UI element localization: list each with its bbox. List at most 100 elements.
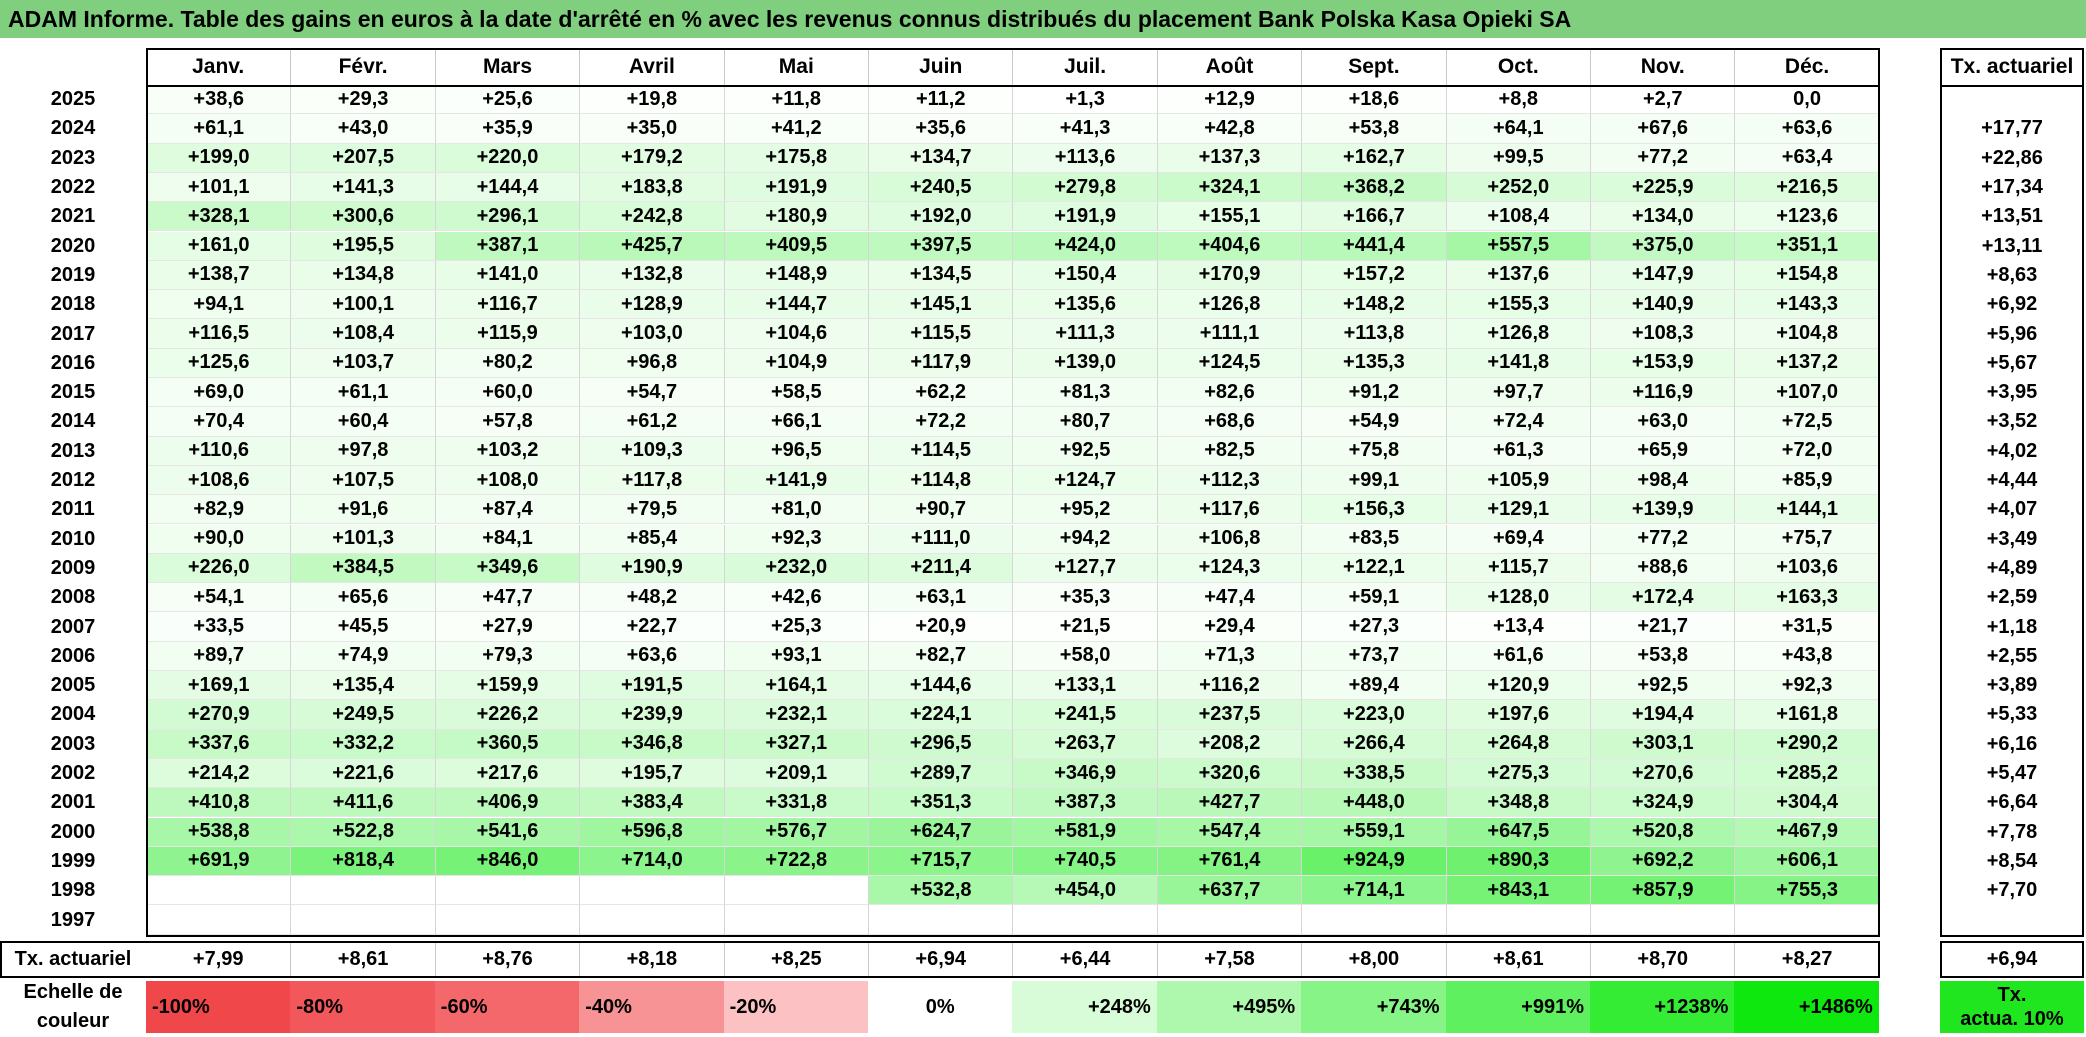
heatmap-cell: +144,7	[723, 290, 868, 320]
heatmap-cell: +843,1	[1445, 876, 1590, 906]
heatmap-cell: +104,6	[723, 319, 868, 349]
heatmap-cell: +62,2	[868, 378, 1013, 408]
heatmap-cell: +331,8	[723, 788, 868, 818]
heatmap-cell: +96,8	[579, 348, 724, 378]
heatmap-cell: +111,1	[1156, 319, 1302, 349]
heatmap-cell: +72,4	[1445, 407, 1590, 437]
heatmap-cell: +324,1	[1156, 172, 1302, 203]
heatmap-cell: +116,2	[1156, 671, 1302, 701]
heatmap-cell: +425,7	[579, 231, 724, 261]
heatmap-cell: +296,1	[434, 202, 580, 232]
heatmap-cell: +179,2	[579, 143, 724, 173]
row-year-label: 2023	[0, 143, 146, 173]
heatmap-cell: +338,5	[1301, 758, 1446, 789]
row-year-label: 2019	[0, 260, 146, 291]
heatmap-cell: +19,8	[579, 85, 724, 115]
heatmap-cell: +92,3	[1734, 671, 1879, 701]
heatmap-cell: +112,3	[1156, 465, 1302, 496]
footer-rate-cell: +8,00	[1301, 942, 1446, 976]
heatmap-cell: +346,8	[579, 729, 724, 759]
heatmap-cell: +104,9	[723, 348, 868, 378]
heatmap-cell: +117,9	[868, 348, 1013, 378]
heatmap-cell: +53,8	[1590, 641, 1735, 671]
heatmap-cell: +224,1	[868, 700, 1013, 730]
heatmap-cell: +360,5	[434, 729, 580, 759]
heatmap-cell: +43,8	[1734, 641, 1879, 671]
rate-cell: +1,18	[1940, 612, 2084, 642]
heatmap-cell: +424,0	[1012, 231, 1157, 261]
heatmap-cell: +328,1	[146, 202, 291, 232]
heatmap-cell: +221,6	[290, 758, 435, 789]
heatmap-cell: +63,6	[579, 641, 724, 671]
heatmap-cell: +70,4	[146, 407, 291, 437]
row-year-label: 2006	[0, 641, 146, 671]
heatmap-cell: +275,3	[1445, 758, 1590, 789]
heatmap-cell: +47,4	[1156, 583, 1302, 613]
column-header: Nov.	[1590, 48, 1735, 85]
heatmap-cell: +303,1	[1590, 729, 1735, 759]
heatmap-cell: +156,3	[1301, 495, 1446, 525]
heatmap-cell: +557,5	[1445, 231, 1590, 261]
row-year-label: 2025	[0, 85, 146, 115]
heatmap-cell: +161,0	[146, 231, 291, 261]
heatmap-cell: +75,7	[1734, 524, 1879, 554]
heatmap-cell: +175,8	[723, 143, 868, 173]
heatmap-cell: +132,8	[579, 260, 724, 291]
heatmap-cell: +68,6	[1156, 407, 1302, 437]
rate-cell: +6,64	[1940, 788, 2084, 818]
heatmap-cell: +91,2	[1301, 378, 1446, 408]
heatmap-cell: +346,9	[1012, 758, 1157, 789]
heatmap-cell: +94,2	[1012, 524, 1157, 554]
footer-rate-cell: +8,70	[1590, 942, 1735, 976]
heatmap-cell: +65,9	[1590, 436, 1735, 466]
footer-rate-cell: +8,76	[434, 942, 580, 976]
heatmap-cell: +404,6	[1156, 231, 1302, 261]
legend-swatch: +495%	[1156, 981, 1302, 1033]
heatmap-cell: +320,6	[1156, 758, 1302, 789]
heatmap-cell: +85,9	[1734, 465, 1879, 496]
legend-swatch: +1486%	[1734, 981, 1879, 1033]
heatmap-cell: +217,6	[434, 758, 580, 789]
heatmap-cell: +538,8	[146, 817, 291, 847]
heatmap-cell: +740,5	[1012, 846, 1157, 877]
rate-cell: +13,11	[1940, 231, 2084, 261]
heatmap-cell: +324,9	[1590, 788, 1735, 818]
heatmap-cell: +12,9	[1156, 85, 1302, 115]
heatmap-cell: +147,9	[1590, 260, 1735, 291]
heatmap-cell: +279,8	[1012, 172, 1157, 203]
footer-rate-cell: +8,61	[1445, 942, 1590, 976]
rate-cell: +13,51	[1940, 202, 2084, 232]
heatmap-cell: +94,1	[146, 290, 291, 320]
row-year-label: 2007	[0, 612, 146, 642]
heatmap-cell: +98,4	[1590, 465, 1735, 496]
heatmap-cell: +11,2	[868, 85, 1013, 115]
heatmap-cell: +223,0	[1301, 700, 1446, 730]
heatmap-cell: +72,5	[1734, 407, 1879, 437]
row-year-label: 1999	[0, 846, 146, 877]
heatmap-cell: +596,8	[579, 817, 724, 847]
heatmap-cell: +337,6	[146, 729, 291, 759]
heatmap-cell: +216,5	[1734, 172, 1879, 203]
rate-cell: +5,67	[1940, 348, 2084, 378]
heatmap-cell: +232,0	[723, 553, 868, 584]
heatmap-cell: +61,1	[290, 378, 435, 408]
rate-cell: +3,89	[1940, 671, 2084, 701]
heatmap-cell: +79,5	[579, 495, 724, 525]
footer-rate-cell: +8,27	[1734, 942, 1879, 976]
column-header: Sept.	[1301, 48, 1446, 85]
heatmap-cell: +327,1	[723, 729, 868, 759]
heatmap-cell: +375,0	[1590, 231, 1735, 261]
heatmap-cell: +114,5	[868, 436, 1013, 466]
heatmap-cell: +35,0	[579, 114, 724, 144]
column-header: Févr.	[290, 48, 435, 85]
row-year-label: 2022	[0, 172, 146, 203]
rate-cell: +8,63	[1940, 260, 2084, 291]
heatmap-cell: +427,7	[1156, 788, 1302, 818]
heatmap-cell: +115,7	[1445, 553, 1590, 584]
heatmap-cell: +103,6	[1734, 553, 1879, 584]
heatmap-cell: +141,9	[723, 465, 868, 496]
heatmap-cell: +285,2	[1734, 758, 1879, 789]
heatmap-cell: +72,2	[868, 407, 1013, 437]
heatmap-cell: +195,7	[579, 758, 724, 789]
column-header: Août	[1156, 48, 1302, 85]
